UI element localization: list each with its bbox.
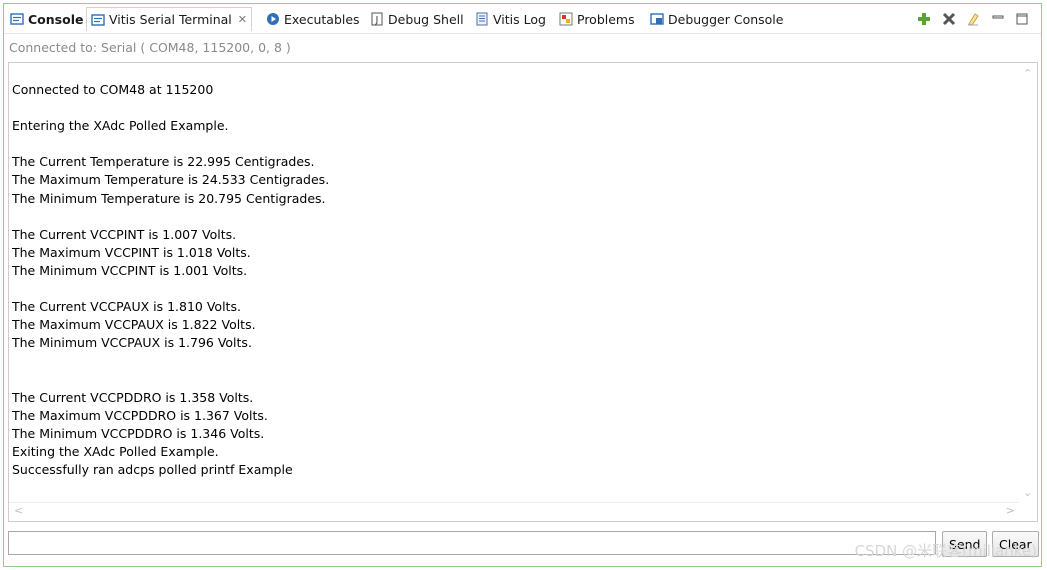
tab-label: Debug Shell <box>388 11 464 27</box>
command-row: Send Clear <box>8 531 1039 557</box>
close-tab-icon[interactable]: ✕ <box>238 13 247 26</box>
log-icon <box>476 12 488 26</box>
tab-label: Executables <box>284 11 360 27</box>
svg-text:J: J <box>375 16 379 26</box>
terminal-icon <box>91 13 105 26</box>
output-line: The Current VCCPAUX is 1.810 Volts. <box>12 299 241 315</box>
output-line: The Maximum Temperature is 24.533 Centig… <box>12 172 330 188</box>
debug-shell-icon: J <box>371 12 383 26</box>
tab-vitis-serial-terminal[interactable]: Vitis Serial Terminal ✕ <box>86 7 252 31</box>
tab-executables[interactable]: Executables <box>262 7 364 31</box>
output-line: Entering the XAdc Polled Example. <box>12 118 229 134</box>
output-line: The Current VCCPINT is 1.007 Volts. <box>12 226 237 242</box>
scroll-up-icon[interactable]: ⌃ <box>1023 67 1032 80</box>
scroll-right-icon[interactable]: > <box>1006 504 1015 517</box>
serial-terminal-panel: Console Vitis Serial Terminal ✕ Executab… <box>3 3 1042 567</box>
view-tab-bar: Console Vitis Serial Terminal ✕ Executab… <box>4 4 1041 34</box>
output-line: The Current Temperature is 22.995 Centig… <box>12 154 315 170</box>
tab-label: Vitis Log <box>493 11 546 27</box>
executables-icon <box>267 13 279 25</box>
tab-debugger-console[interactable]: Debugger Console <box>646 7 787 31</box>
remove-icon[interactable] <box>941 11 957 27</box>
output-line: The Maximum VCCPINT is 1.018 Volts. <box>12 244 251 260</box>
console-icon <box>10 13 24 25</box>
output-line: The Minimum VCCPDDRO is 1.346 Volts. <box>12 425 265 441</box>
tab-label: Console <box>28 11 84 27</box>
add-icon[interactable] <box>916 11 932 27</box>
scroll-down-icon[interactable]: ⌄ <box>1023 486 1032 499</box>
output-line: The Maximum VCCPDDRO is 1.367 Volts. <box>12 407 268 423</box>
clear-button[interactable]: Clear <box>992 531 1039 557</box>
output-lines: Connected to COM48 at 115200 Entering the… <box>12 81 1017 479</box>
tab-label: Vitis Serial Terminal <box>109 12 232 27</box>
tab-vitis-log[interactable]: Vitis Log <box>471 7 550 31</box>
tab-label: Problems <box>577 11 635 27</box>
output-line: The Minimum Temperature is 20.795 Centig… <box>12 190 326 206</box>
terminal-output[interactable]: Connected to COM48 at 115200 Entering the… <box>8 62 1038 522</box>
debugger-console-icon <box>650 13 664 25</box>
output-line: The Maximum VCCPAUX is 1.822 Volts. <box>12 317 256 333</box>
command-input[interactable] <box>8 531 936 555</box>
connection-status: Connected to: Serial ( COM48, 115200, 0,… <box>9 40 291 55</box>
output-line: The Minimum VCCPAUX is 1.796 Volts. <box>12 335 252 351</box>
minimize-icon[interactable] <box>990 11 1006 27</box>
tab-console[interactable]: Console <box>6 7 87 31</box>
horizontal-scrollbar[interactable]: < > <box>9 502 1019 521</box>
output-line: Successfully ran adcps polled printf Exa… <box>12 461 293 477</box>
output-line: The Minimum VCCPINT is 1.001 Volts. <box>12 262 248 278</box>
output-line: Connected to COM48 at 115200 <box>12 82 214 97</box>
output-line: The Current VCCPDDRO is 1.358 Volts. <box>12 389 254 405</box>
maximize-icon[interactable] <box>1014 11 1030 27</box>
scroll-left-icon[interactable]: < <box>14 504 23 517</box>
send-button[interactable]: Send <box>942 531 988 557</box>
output-line: Exiting the XAdc Polled Example. <box>12 443 219 459</box>
clear-console-icon[interactable] <box>965 11 981 27</box>
tab-label: Debugger Console <box>668 11 784 27</box>
tab-problems[interactable]: Problems <box>555 7 639 31</box>
tab-debug-shell[interactable]: J Debug Shell <box>366 7 468 31</box>
vertical-scrollbar[interactable]: ⌃ ⌄ <box>1019 63 1037 503</box>
problems-icon <box>559 12 573 26</box>
